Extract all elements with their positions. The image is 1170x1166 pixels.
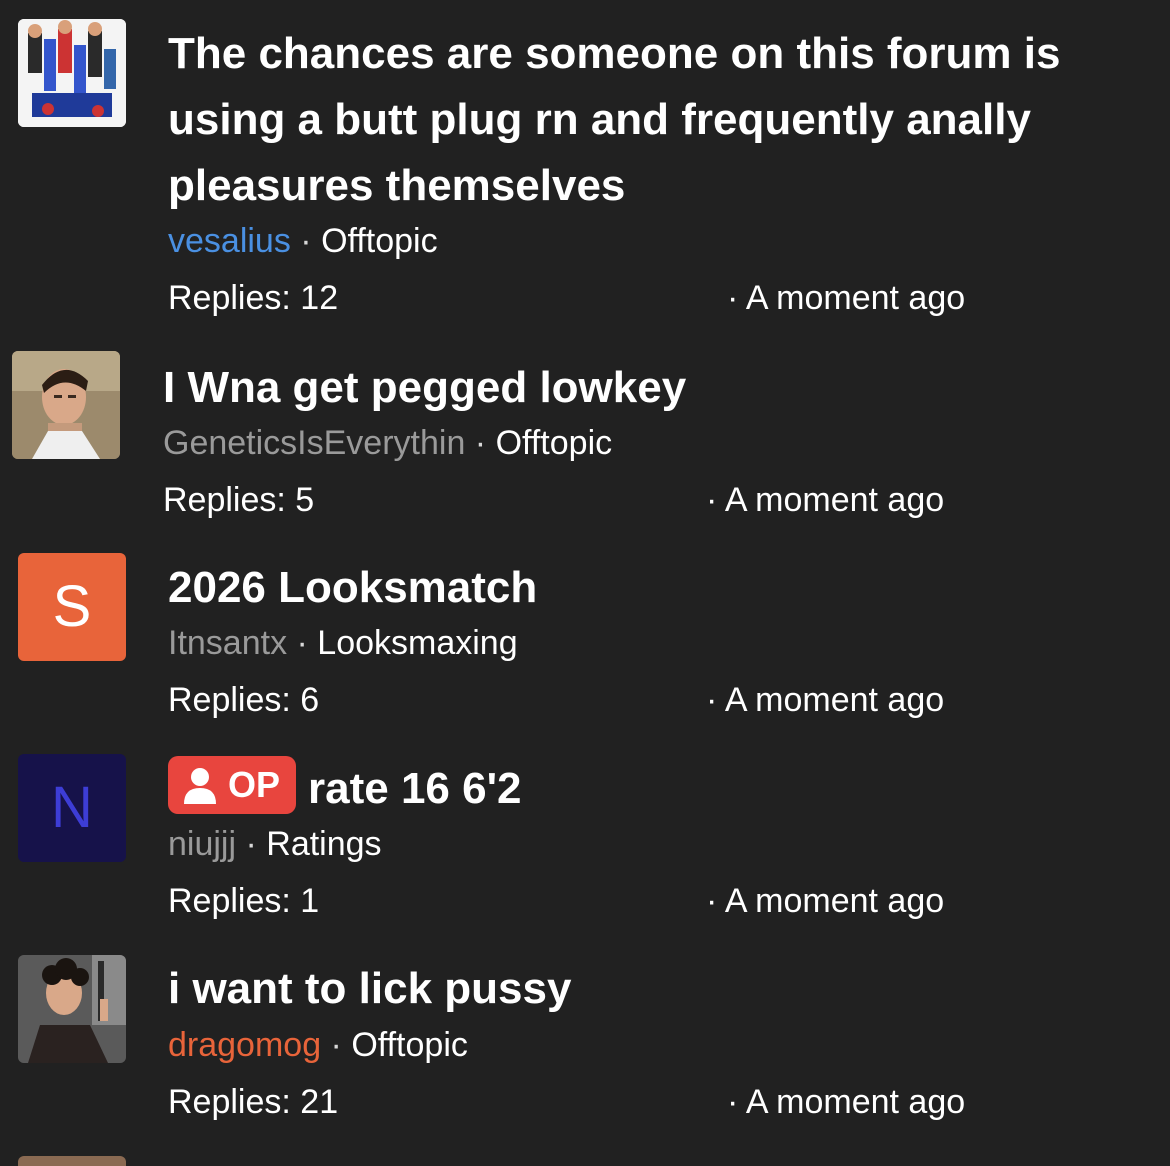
thread-title[interactable]: OP rate 16 6'2 bbox=[168, 756, 1158, 822]
forum-link[interactable]: Ratings bbox=[266, 825, 381, 863]
user-avatar[interactable]: N bbox=[18, 754, 126, 862]
thread-meta: GeneticsIsEverythin · Offtopic bbox=[163, 423, 612, 463]
man-curly-hair-avatar-icon bbox=[18, 955, 126, 1063]
timestamp: · A moment ago bbox=[706, 481, 945, 519]
author-link[interactable]: vesalius bbox=[168, 222, 291, 260]
thread-item[interactable]: i want to lick pussy dragomog · Offtopic… bbox=[0, 940, 1170, 1155]
reply-count: Replies: 5 bbox=[163, 481, 315, 519]
user-avatar[interactable] bbox=[12, 351, 120, 459]
meta-separator: · bbox=[321, 1026, 352, 1064]
reply-count: Replies: 6 bbox=[168, 681, 320, 719]
author-link[interactable]: dragomog bbox=[168, 1026, 321, 1064]
op-badge: OP bbox=[168, 756, 297, 815]
thread-list: The chances are someone on this forum is… bbox=[0, 0, 1170, 1166]
meta-separator: · bbox=[287, 624, 318, 662]
timestamp: · A moment ago bbox=[727, 279, 966, 317]
author-link[interactable]: Itnsantx bbox=[168, 624, 287, 662]
reply-count: Replies: 1 bbox=[168, 882, 320, 920]
thread-item[interactable]: The chances are someone on this forum is… bbox=[0, 0, 1170, 340]
thread-meta: niujjj · Ratings bbox=[168, 824, 382, 864]
forum-link[interactable]: Looksmaxing bbox=[317, 624, 517, 662]
op-badge-label: OP bbox=[228, 764, 281, 806]
author-link[interactable]: niujjj bbox=[168, 825, 236, 863]
thread-title[interactable]: I Wna get pegged lowkey bbox=[163, 355, 1153, 421]
timestamp: · A moment ago bbox=[706, 882, 945, 920]
user-avatar[interactable] bbox=[18, 1156, 126, 1166]
meta-separator: · bbox=[465, 424, 496, 462]
thread-meta: vesalius · Offtopic bbox=[168, 221, 438, 261]
man-portrait-avatar-icon bbox=[12, 351, 120, 459]
user-avatar[interactable]: S bbox=[18, 553, 126, 661]
thread-item[interactable]: N OP rate 16 6'2 niujjj · Ratings Replie… bbox=[0, 740, 1170, 940]
user-avatar[interactable] bbox=[18, 19, 126, 127]
timestamp: · A moment ago bbox=[727, 1083, 966, 1121]
meta-separator: · bbox=[236, 825, 267, 863]
reply-count: Replies: 12 bbox=[168, 279, 339, 317]
user-icon bbox=[184, 768, 216, 805]
forum-link[interactable]: Offtopic bbox=[351, 1026, 468, 1064]
forum-link[interactable]: Offtopic bbox=[321, 222, 438, 260]
thread-title-text[interactable]: rate 16 6'2 bbox=[308, 764, 522, 813]
avatar-letter: N bbox=[51, 775, 93, 840]
user-avatar[interactable] bbox=[18, 955, 126, 1063]
thread-title[interactable]: The chances are someone on this forum is… bbox=[168, 21, 1158, 219]
thread-item[interactable]: S 2026 Looksmatch Itnsantx · Looksmaxing… bbox=[0, 540, 1170, 740]
meta-separator: · bbox=[290, 222, 322, 260]
author-link[interactable]: GeneticsIsEverythin bbox=[163, 424, 465, 462]
thread-meta: Itnsantx · Looksmaxing bbox=[168, 623, 518, 663]
cartoon-group-avatar-icon bbox=[18, 19, 126, 127]
thread-item[interactable]: I Wna get pegged lowkey GeneticsIsEveryt… bbox=[0, 340, 1170, 540]
timestamp: · A moment ago bbox=[706, 681, 945, 719]
thread-meta: dragomog · Offtopic bbox=[168, 1025, 468, 1065]
thread-title[interactable]: i want to lick pussy bbox=[168, 956, 1158, 1022]
thread-title[interactable]: 2026 Looksmatch bbox=[168, 555, 1158, 621]
reply-count: Replies: 21 bbox=[168, 1083, 339, 1121]
avatar-letter: S bbox=[52, 574, 92, 639]
forum-link[interactable]: Offtopic bbox=[496, 424, 613, 462]
